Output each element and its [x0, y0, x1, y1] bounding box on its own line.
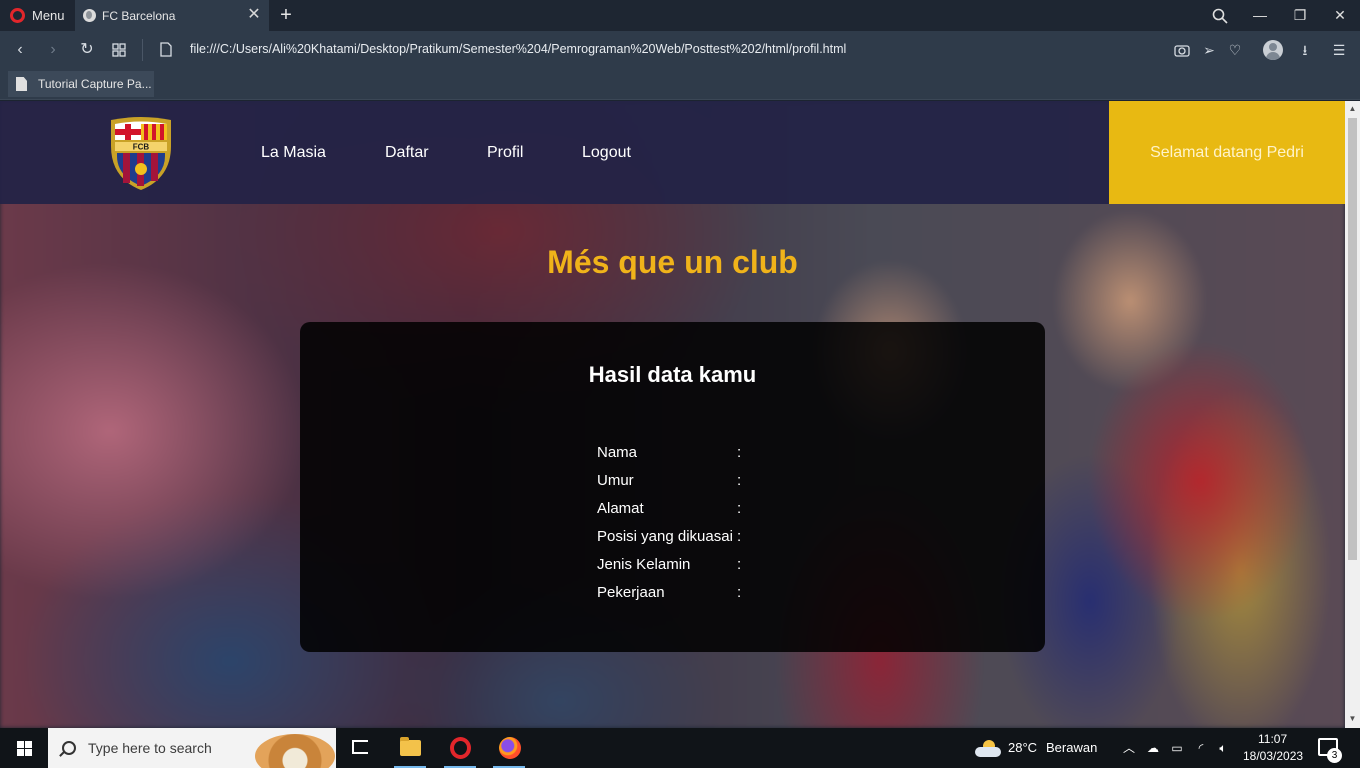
minimize-button[interactable]: — — [1240, 0, 1280, 31]
welcome-banner: Selamat datang Pedri — [1109, 101, 1345, 204]
maximize-button[interactable]: ❐ — [1280, 0, 1320, 31]
profile-avatar-icon[interactable] — [1263, 40, 1283, 60]
folder-icon — [400, 737, 421, 756]
field-label-alamat: Alamat — [597, 499, 644, 517]
page-file-icon[interactable] — [156, 40, 176, 60]
firefox-taskbar-button[interactable] — [489, 728, 529, 768]
bookmark-item[interactable]: Tutorial Capture Pa... — [8, 71, 154, 97]
document-icon — [16, 77, 27, 91]
scrollbar-thumb[interactable] — [1348, 118, 1357, 560]
scroll-down-icon[interactable]: ▼ — [1348, 714, 1357, 723]
download-icon[interactable]: ⭳ — [1295, 40, 1315, 60]
opera-menu-button[interactable]: Menu — [0, 0, 74, 31]
scroll-up-icon[interactable]: ▲ — [1348, 104, 1357, 113]
bookmark-heart-icon[interactable]: ♡ — [1225, 40, 1245, 60]
address-separator — [142, 39, 143, 61]
bookmark-label: Tutorial Capture Pa... — [38, 77, 152, 91]
windows-logo-icon — [17, 741, 32, 756]
crest-text: FCB — [133, 143, 150, 152]
card-title: Hasil data kamu — [588, 362, 757, 387]
field-label-pekerjaan: Pekerjaan — [597, 583, 665, 601]
site-header: FCB La Masia Daftar Profil Logout Selama… — [0, 101, 1345, 204]
onedrive-cloud-icon[interactable]: ☁ — [1144, 739, 1162, 757]
tab-title: FC Barcelona — [102, 8, 176, 23]
search-placeholder: Type here to search — [88, 740, 212, 756]
search-icon — [62, 741, 76, 755]
table-row: Pekerjaan : — [597, 578, 749, 606]
globe-icon — [83, 9, 96, 22]
table-row: Alamat : — [597, 494, 749, 522]
forward-icon[interactable]: › — [43, 40, 63, 60]
field-colon: : — [737, 471, 742, 489]
table-row: Posisi yang dikuasai : — [597, 522, 749, 550]
fcb-crest-logo[interactable]: FCB — [105, 116, 177, 191]
nav-daftar[interactable]: Daftar — [385, 144, 429, 162]
windows-taskbar: Type here to search 28°C Berawan ︿ ☁ ▭ ◜… — [0, 728, 1360, 768]
field-colon: : — [737, 555, 742, 573]
volume-icon[interactable]: 🔈︎ — [1214, 739, 1232, 757]
wifi-icon[interactable]: ◜ — [1192, 739, 1210, 757]
menu-label: Menu — [32, 8, 65, 23]
profile-result-card: Hasil data kamu Nama : Umur : Alamat : P… — [300, 322, 1045, 652]
opera-logo-icon — [10, 8, 25, 23]
tab-close-icon[interactable]: ✕ — [245, 6, 263, 24]
bookmarks-bar: Tutorial Capture Pa... — [0, 69, 1360, 100]
field-label-umur: Umur — [597, 471, 634, 489]
speed-dial-icon[interactable] — [109, 40, 129, 60]
battery-icon[interactable]: ▭ — [1168, 739, 1186, 757]
clock-time[interactable]: 11:07 — [1258, 732, 1287, 746]
opera-taskbar-button[interactable] — [440, 728, 480, 768]
field-colon: : — [737, 499, 742, 517]
table-row: Nama : — [597, 438, 749, 466]
field-label-posisi: Posisi yang dikuasai — [597, 527, 733, 545]
nav-profil[interactable]: Profil — [487, 144, 523, 162]
browser-tab[interactable]: FC Barcelona ✕ — [75, 0, 269, 31]
snapshot-icon[interactable] — [1172, 40, 1192, 60]
close-window-button[interactable]: ✕ — [1320, 0, 1360, 31]
field-label-jenis-kelamin: Jenis Kelamin — [597, 555, 691, 573]
notification-count-badge: 3 — [1327, 748, 1342, 763]
field-colon: : — [737, 583, 742, 601]
field-colon: : — [737, 443, 742, 461]
address-bar: ‹ › ↻ file:///C:/Users/Ali%20Khatami/Des… — [0, 31, 1360, 69]
clock-date[interactable]: 18/03/2023 — [1243, 749, 1303, 763]
nav-logout[interactable]: Logout — [582, 144, 631, 162]
send-icon[interactable]: ➢ — [1199, 40, 1219, 60]
page-headline: Més que un club — [547, 244, 798, 280]
table-row: Umur : — [597, 466, 749, 494]
field-label-nama: Nama — [597, 443, 638, 461]
table-row: Jenis Kelamin : — [597, 550, 749, 578]
page-scrollbar[interactable]: ▲ ▼ — [1345, 101, 1360, 728]
field-colon: : — [737, 527, 742, 545]
opera-icon — [450, 737, 471, 759]
task-view-button[interactable] — [340, 728, 380, 768]
browser-tab-strip: Menu FC Barcelona ✕ + — ❐ ✕ — [0, 0, 1360, 31]
weather-cloud-icon[interactable] — [975, 740, 1001, 757]
weather-temperature[interactable]: 28°C — [1008, 740, 1037, 755]
new-tab-button[interactable]: + — [276, 4, 296, 26]
firefox-icon — [499, 737, 521, 759]
url-field[interactable]: file:///C:/Users/Ali%20Khatami/Desktop/P… — [190, 42, 846, 56]
file-explorer-button[interactable] — [390, 728, 430, 768]
profile-data-table: Nama : Umur : Alamat : Posisi yang dikua… — [597, 438, 749, 606]
start-button[interactable] — [0, 728, 48, 768]
page-viewport: FCB La Masia Daftar Profil Logout Selama… — [0, 101, 1345, 728]
task-view-icon — [352, 740, 368, 754]
chevron-up-icon[interactable]: ︿ — [1120, 739, 1138, 757]
search-tabs-icon[interactable] — [1200, 0, 1240, 31]
weather-description[interactable]: Berawan — [1046, 740, 1097, 755]
back-icon[interactable]: ‹ — [10, 40, 30, 60]
reload-icon[interactable]: ↻ — [77, 40, 97, 60]
easy-setup-icon[interactable]: ☰ — [1329, 40, 1349, 60]
nav-la-masia[interactable]: La Masia — [261, 144, 326, 162]
